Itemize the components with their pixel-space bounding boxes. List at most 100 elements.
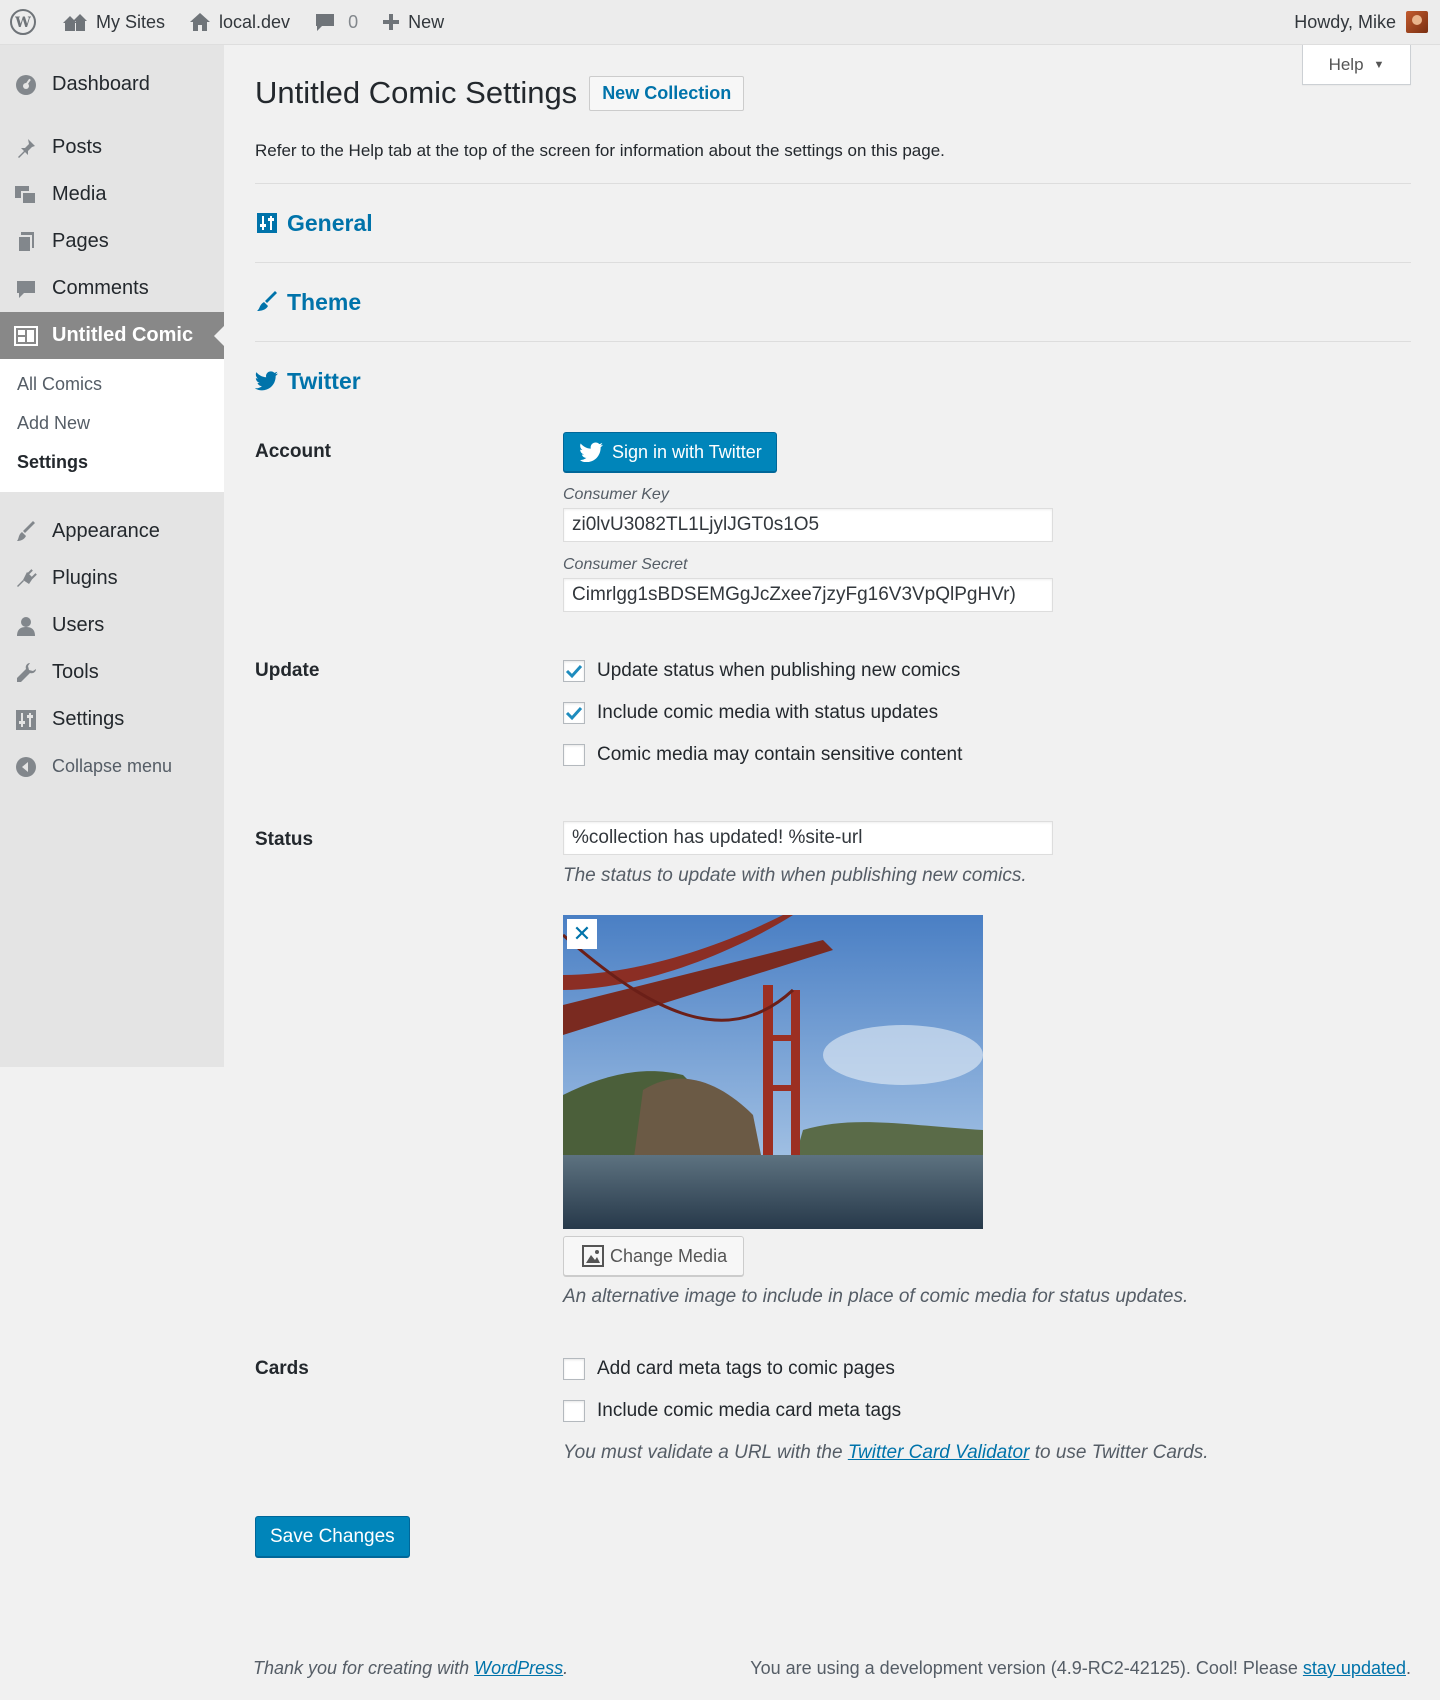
cards-option-media-label: Include comic media card meta tags (597, 1400, 902, 1421)
submenu-settings[interactable]: Settings (0, 443, 224, 482)
sites-icon (62, 12, 88, 32)
menu-untitled-comic[interactable]: Untitled Comic (0, 312, 224, 359)
remove-media-icon[interactable]: ✕ (567, 919, 597, 949)
menu-pages-label: Pages (52, 230, 109, 252)
comments-count: 0 (348, 11, 359, 32)
cards-option-meta[interactable]: Add card meta tags to comic pages (563, 1348, 1411, 1390)
section-theme-toggle[interactable]: Theme (255, 263, 1411, 341)
menu-media-label: Media (52, 183, 107, 205)
update-option-sensitive[interactable]: Comic media may contain sensitive conten… (563, 734, 1411, 776)
save-changes-button[interactable]: Save Changes (255, 1516, 410, 1557)
update-label: Update (255, 660, 320, 681)
menu-dashboard[interactable]: Dashboard (0, 61, 224, 108)
status-media-image: ✕ (563, 915, 983, 1229)
dashboard-icon (14, 73, 38, 97)
media-description: An alternative image to include in place… (563, 1286, 1189, 1307)
comment-icon (14, 277, 38, 301)
menu-untitled-comic-label: Untitled Comic (52, 324, 194, 346)
menu-plugins-label: Plugins (52, 567, 118, 589)
twitter-bird-icon (255, 369, 279, 393)
update-row: Update Update status when publishing new… (255, 650, 1411, 776)
wordpress-link[interactable]: WordPress (474, 1658, 563, 1678)
main-content: Untitled Comic Settings New Collection R… (255, 45, 1411, 1557)
menu-settings-label: Settings (52, 708, 125, 730)
checkbox-unchecked[interactable] (563, 1358, 585, 1380)
menu-pages[interactable]: Pages (0, 218, 224, 265)
wordpress-logo-icon[interactable]: W (0, 0, 50, 45)
media-icon (14, 183, 38, 207)
menu-tools[interactable]: Tools (0, 649, 224, 696)
footer-version: You are using a development version (4.9… (750, 1658, 1411, 1679)
site-name-label: local.dev (219, 11, 291, 32)
wrench-icon (14, 661, 38, 685)
section-theme-label: Theme (287, 288, 362, 315)
consumer-key-input[interactable]: zi0lvU3082TL1LjylJGT0s1O5 (563, 508, 1053, 542)
new-label: New (408, 11, 445, 32)
update-field: Update status when publishing new comics… (563, 650, 1411, 776)
comic-submenu: All Comics Add New Settings (0, 359, 224, 492)
sign-in-twitter-button[interactable]: Sign in with Twitter (563, 432, 777, 472)
checkbox-checked[interactable] (563, 702, 585, 724)
new-content-menu[interactable]: New (370, 0, 456, 45)
menu-posts[interactable]: Posts (0, 124, 224, 171)
footer-thanks-end: . (563, 1658, 569, 1678)
section-general-toggle[interactable]: General (255, 184, 1411, 262)
status-field: %collection has updated! %site-url The s… (563, 821, 1411, 1308)
cards-label: Cards (255, 1358, 309, 1379)
sliders-icon (255, 211, 279, 235)
update-option-status[interactable]: Update status when publishing new comics (563, 650, 1411, 692)
new-collection-button[interactable]: New Collection (589, 75, 745, 111)
consumer-secret-label: Consumer Secret (563, 556, 688, 573)
status-row: Status %collection has updated! %site-ur… (255, 821, 1411, 1308)
update-option-media[interactable]: Include comic media with status updates (563, 692, 1411, 734)
menu-plugins[interactable]: Plugins (0, 555, 224, 602)
submenu-add-new[interactable]: Add New (0, 404, 224, 443)
consumer-secret-input[interactable]: Cimrlgg1sBDSEMGgJcZxee7jzyFg16V3VpQlPgHV… (563, 578, 1053, 612)
footer-thanks-text: Thank you for creating with (253, 1658, 475, 1678)
update-option-sensitive-label: Comic media may contain sensitive conten… (597, 744, 963, 765)
twitter-bird-icon (580, 442, 604, 462)
cards-row: Cards Add card meta tags to comic pages … (255, 1348, 1411, 1464)
avatar (1406, 11, 1428, 33)
update-option-media-label: Include comic media with status updates (597, 702, 939, 723)
comments-menu[interactable]: 0 (302, 0, 370, 45)
image-icon (582, 1245, 604, 1267)
howdy-label: Howdy, Mike (1294, 11, 1396, 32)
menu-users[interactable]: Users (0, 602, 224, 649)
plus-icon (382, 13, 400, 31)
stay-updated-link[interactable]: stay updated (1303, 1658, 1406, 1678)
cards-option-meta-label: Add card meta tags to comic pages (597, 1358, 895, 1379)
brush-icon (14, 520, 38, 544)
collapse-arrow-icon (14, 755, 38, 779)
menu-appearance[interactable]: Appearance (0, 508, 224, 555)
change-media-button[interactable]: Change Media (563, 1236, 745, 1276)
cards-description: You must validate a URL with the Twitter… (563, 1442, 1411, 1464)
admin-bar: W My Sites local.dev 0 New Howdy, Mike (0, 0, 1440, 45)
menu-dashboard-label: Dashboard (52, 73, 150, 95)
menu-comments[interactable]: Comments (0, 265, 224, 312)
submit-row: Save Changes (255, 1516, 1411, 1557)
page-intro: Refer to the Help tab at the top of the … (255, 141, 945, 160)
my-sites-menu[interactable]: My Sites (50, 0, 177, 45)
menu-comments-label: Comments (52, 277, 149, 299)
submenu-all-comics[interactable]: All Comics (0, 365, 224, 404)
checkbox-unchecked[interactable] (563, 744, 585, 766)
site-name-menu[interactable]: local.dev (177, 0, 302, 45)
account-menu[interactable]: Howdy, Mike (1282, 0, 1440, 45)
section-general-label: General (287, 209, 373, 236)
menu-media[interactable]: Media (0, 171, 224, 218)
status-input[interactable]: %collection has updated! %site-url (563, 821, 1053, 855)
section-twitter-toggle[interactable]: Twitter (255, 342, 1411, 420)
admin-sidebar: Dashboard Posts Media Pages Comments Unt… (0, 45, 224, 1067)
twitter-card-validator-link[interactable]: Twitter Card Validator (848, 1442, 1030, 1463)
checkbox-checked[interactable] (563, 660, 585, 682)
checkbox-unchecked[interactable] (563, 1400, 585, 1422)
cards-option-media[interactable]: Include comic media card meta tags (563, 1390, 1411, 1432)
collapse-menu-button[interactable]: Collapse menu (0, 743, 224, 790)
menu-posts-label: Posts (52, 136, 103, 158)
menu-users-label: Users (52, 614, 105, 636)
sliders-icon (14, 708, 38, 732)
menu-settings[interactable]: Settings (0, 696, 224, 743)
pages-icon (14, 230, 38, 254)
menu-appearance-label: Appearance (52, 520, 160, 542)
